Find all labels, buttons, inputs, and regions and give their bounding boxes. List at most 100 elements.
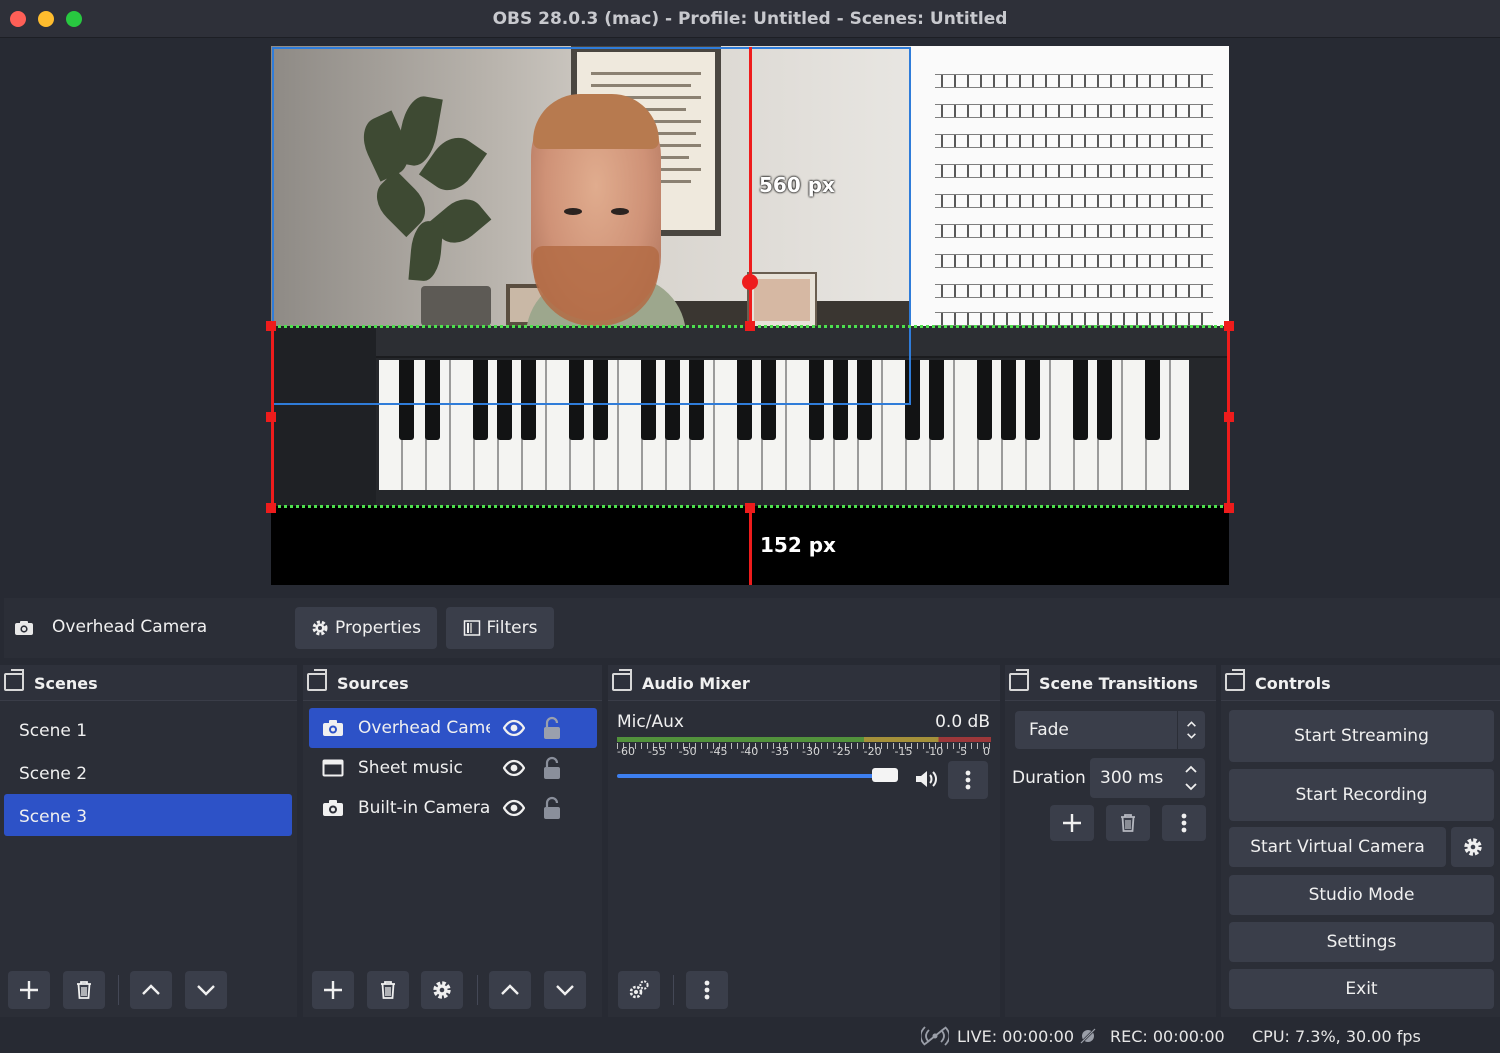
exit-button[interactable]: Exit [1229,969,1494,1009]
remove-source-button[interactable] [367,971,409,1009]
resize-handle[interactable] [266,412,276,422]
lock-icon[interactable] [542,756,562,780]
meter-tick-label: -25 [832,745,851,758]
controls-header: Controls [1221,665,1500,701]
separator [673,975,674,1005]
separator [118,975,119,1005]
gear-icon [312,620,328,636]
channel-menu-button[interactable] [948,761,988,799]
start-virtual-camera-button[interactable]: Start Virtual Camera [1229,827,1446,867]
source-toolbar: Overhead Camera Properties Filters [4,598,1500,658]
duration-input[interactable]: 300 ms [1090,758,1205,798]
filters-label: Filters [486,618,538,638]
dock-icon [4,669,24,691]
volume-fader-handle[interactable] [872,768,899,782]
chevron-up-icon [142,984,160,995]
sheet-music-source [911,46,1229,328]
mixer-title: Audio Mixer [642,674,750,693]
status-bar: LIVE: 00:00:00 REC: 00:00:00 CPU: 7.3%, … [0,1020,1500,1053]
dock-icon [1009,669,1029,691]
resize-handle[interactable] [266,503,276,513]
distance-guide-bottom [749,507,752,585]
live-timer: LIVE: 00:00:00 [957,1027,1075,1046]
chevron-down-icon [197,985,215,996]
transition-menu-button[interactable] [1162,805,1206,841]
chevron-up-icon [501,984,519,995]
mixer-menu-button[interactable] [686,971,728,1009]
distance-label-width: 560 px [759,173,835,197]
meter-tick-label: -60 [617,745,635,758]
add-transition-button[interactable] [1050,805,1094,841]
resize-handle[interactable] [266,321,276,331]
move-source-down-button[interactable] [544,971,586,1009]
studio-mode-button[interactable]: Studio Mode [1229,875,1494,915]
advanced-audio-button[interactable] [618,971,660,1009]
meter-tick-label: -40 [740,745,759,758]
start-streaming-button[interactable]: Start Streaming [1229,710,1494,762]
window-title: OBS 28.0.3 (mac) - Profile: Untitled - S… [492,9,1008,29]
plus-icon [20,981,38,999]
resize-handle[interactable] [1224,321,1234,331]
source-item[interactable]: Built-in Camera [309,788,597,828]
plus-icon [324,981,342,999]
source-bounding-box[interactable] [272,47,911,405]
lock-icon[interactable] [542,796,562,820]
add-source-button[interactable] [312,971,354,1009]
resize-handle[interactable] [745,503,755,513]
distance-label-bottom: 152 px [760,533,836,557]
transitions-title: Scene Transitions [1039,674,1198,693]
meter-tick-label: -45 [709,745,728,758]
meter-tick-label: -15 [894,745,913,758]
scene-label: Scene 1 [19,721,88,741]
scenes-title: Scenes [34,674,98,693]
gear-icon [433,981,451,999]
remove-transition-button[interactable] [1106,805,1150,841]
move-scene-up-button[interactable] [130,971,172,1009]
camera-icon [323,800,343,816]
scene-item-selected[interactable]: Scene 3 [4,794,292,836]
resize-handle[interactable] [1224,412,1234,422]
resize-handle[interactable] [1224,503,1234,513]
start-recording-button[interactable]: Start Recording [1229,769,1494,821]
transition-select[interactable]: Fade [1015,711,1205,749]
add-scene-button[interactable] [8,971,50,1009]
move-scene-down-button[interactable] [185,971,227,1009]
volume-fader[interactable] [617,774,899,778]
virtual-camera-settings-button[interactable] [1451,827,1494,867]
sources-header: Sources [303,665,602,701]
dock-icon [307,669,327,691]
source-item[interactable]: Sheet music [309,748,597,788]
visibility-eye-icon[interactable] [503,799,525,817]
visibility-eye-icon[interactable] [503,759,525,777]
plus-icon [1063,814,1081,832]
source-label: Overhead Camer [358,718,490,738]
filters-icon [463,620,480,636]
resize-handle[interactable] [745,321,755,331]
controls-dock: Controls Start Streaming Start Recording… [1221,665,1500,1017]
trash-icon [381,981,395,999]
mixer-header: Audio Mixer [608,665,1000,701]
scene-item[interactable]: Scene 2 [4,751,292,793]
lock-icon[interactable] [542,716,562,740]
sources-dock: Sources Overhead Camer Sheet music Built… [303,665,602,1017]
move-source-up-button[interactable] [489,971,531,1009]
settings-button[interactable]: Settings [1229,922,1494,962]
properties-button[interactable]: Properties [295,607,437,649]
more-vertical-icon [965,770,971,790]
scene-item[interactable]: Scene 1 [4,708,292,750]
meter-tick-label: -5 [956,745,968,758]
source-item-selected[interactable]: Overhead Camer [309,708,597,748]
transitions-header: Scene Transitions [1005,665,1216,701]
remove-scene-button[interactable] [63,971,105,1009]
visibility-eye-icon[interactable] [503,719,525,737]
scene-label: Scene 3 [19,807,88,827]
filters-button[interactable]: Filters [446,607,554,649]
camera-icon [15,621,33,635]
scenes-header: Scenes [0,665,297,701]
stepper-icon[interactable] [1181,761,1201,795]
gear-icon [1463,838,1482,856]
source-properties-button[interactable] [421,971,463,1009]
rec-timer: REC: 00:00:00 [1110,1027,1225,1046]
speaker-icon[interactable] [914,768,940,790]
scene-transitions-dock: Scene Transitions Fade Duration 300 ms [1005,665,1216,1017]
